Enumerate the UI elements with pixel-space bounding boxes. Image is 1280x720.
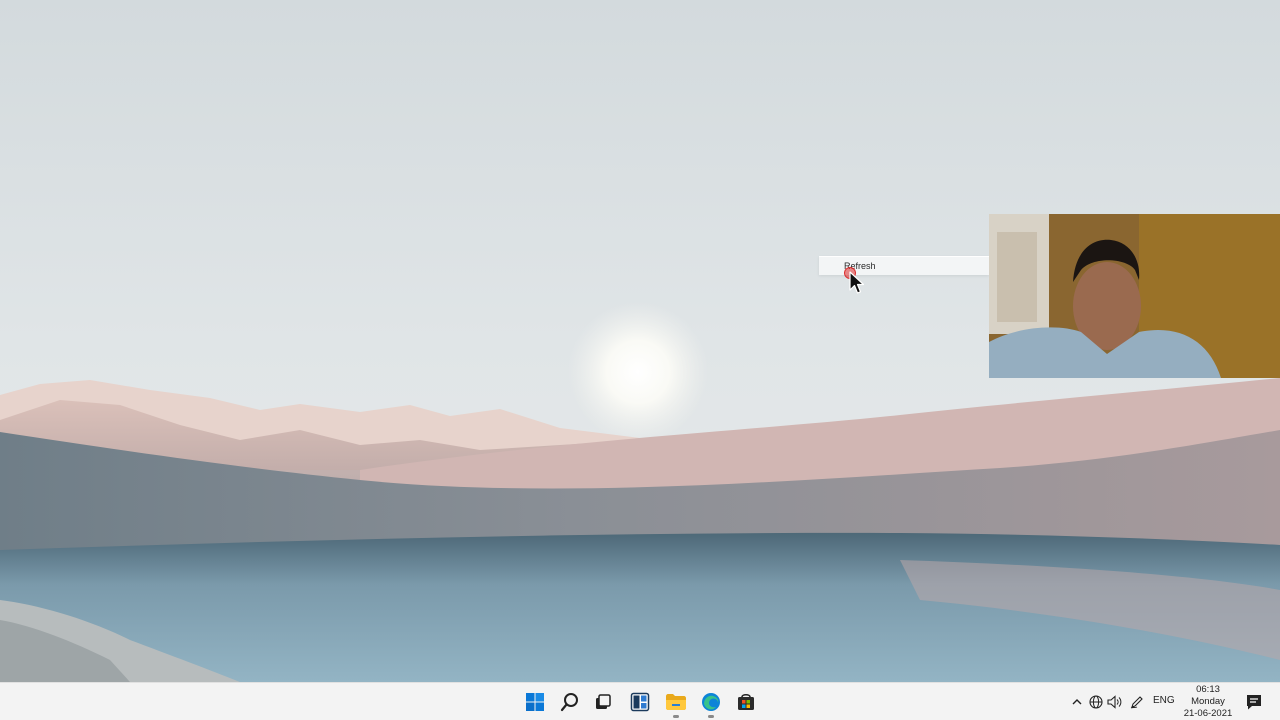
edge-browser-button[interactable] (694, 685, 728, 719)
clock[interactable]: 06:13 Monday 21-06-2021 (1180, 684, 1236, 720)
webcam-overlay (989, 214, 1280, 378)
task-view-button[interactable] (586, 685, 620, 719)
notification-icon (1247, 695, 1261, 710)
pen-menu-button[interactable] (1128, 693, 1146, 711)
speaker-icon (1107, 695, 1122, 709)
search-icon (560, 693, 578, 712)
taskbar: ENG 06:13 Monday 21-06-2021 (0, 682, 1280, 720)
pen-icon (1130, 696, 1143, 709)
clock-time: 06:13 (1196, 684, 1220, 695)
task-view-icon (596, 694, 611, 709)
presenter-video-frame (989, 214, 1280, 378)
clock-date: 21-06-2021 (1183, 708, 1233, 719)
globe-network-icon (1089, 695, 1103, 709)
clock-day: Monday (1191, 696, 1225, 707)
volume-button[interactable] (1106, 693, 1124, 711)
folder-icon (666, 694, 686, 710)
input-language-indicator[interactable]: ENG (1153, 695, 1175, 706)
desktop[interactable]: Refresh (0, 0, 1280, 682)
store-button[interactable] (729, 685, 763, 719)
chevron-up-icon (1072, 699, 1082, 705)
start-button[interactable] (518, 685, 552, 719)
notification-center-button[interactable] (1244, 692, 1264, 712)
store-bag-icon (738, 694, 754, 710)
widgets-button[interactable] (623, 685, 657, 719)
mouse-cursor-icon (849, 271, 865, 294)
network-button[interactable] (1087, 693, 1105, 711)
show-hidden-icons-button[interactable] (1068, 693, 1086, 711)
edge-browser-icon (702, 693, 720, 711)
windows-logo-icon (526, 693, 544, 711)
widgets-icon (630, 692, 650, 712)
file-explorer-button[interactable] (659, 685, 693, 719)
search-button[interactable] (553, 685, 587, 719)
